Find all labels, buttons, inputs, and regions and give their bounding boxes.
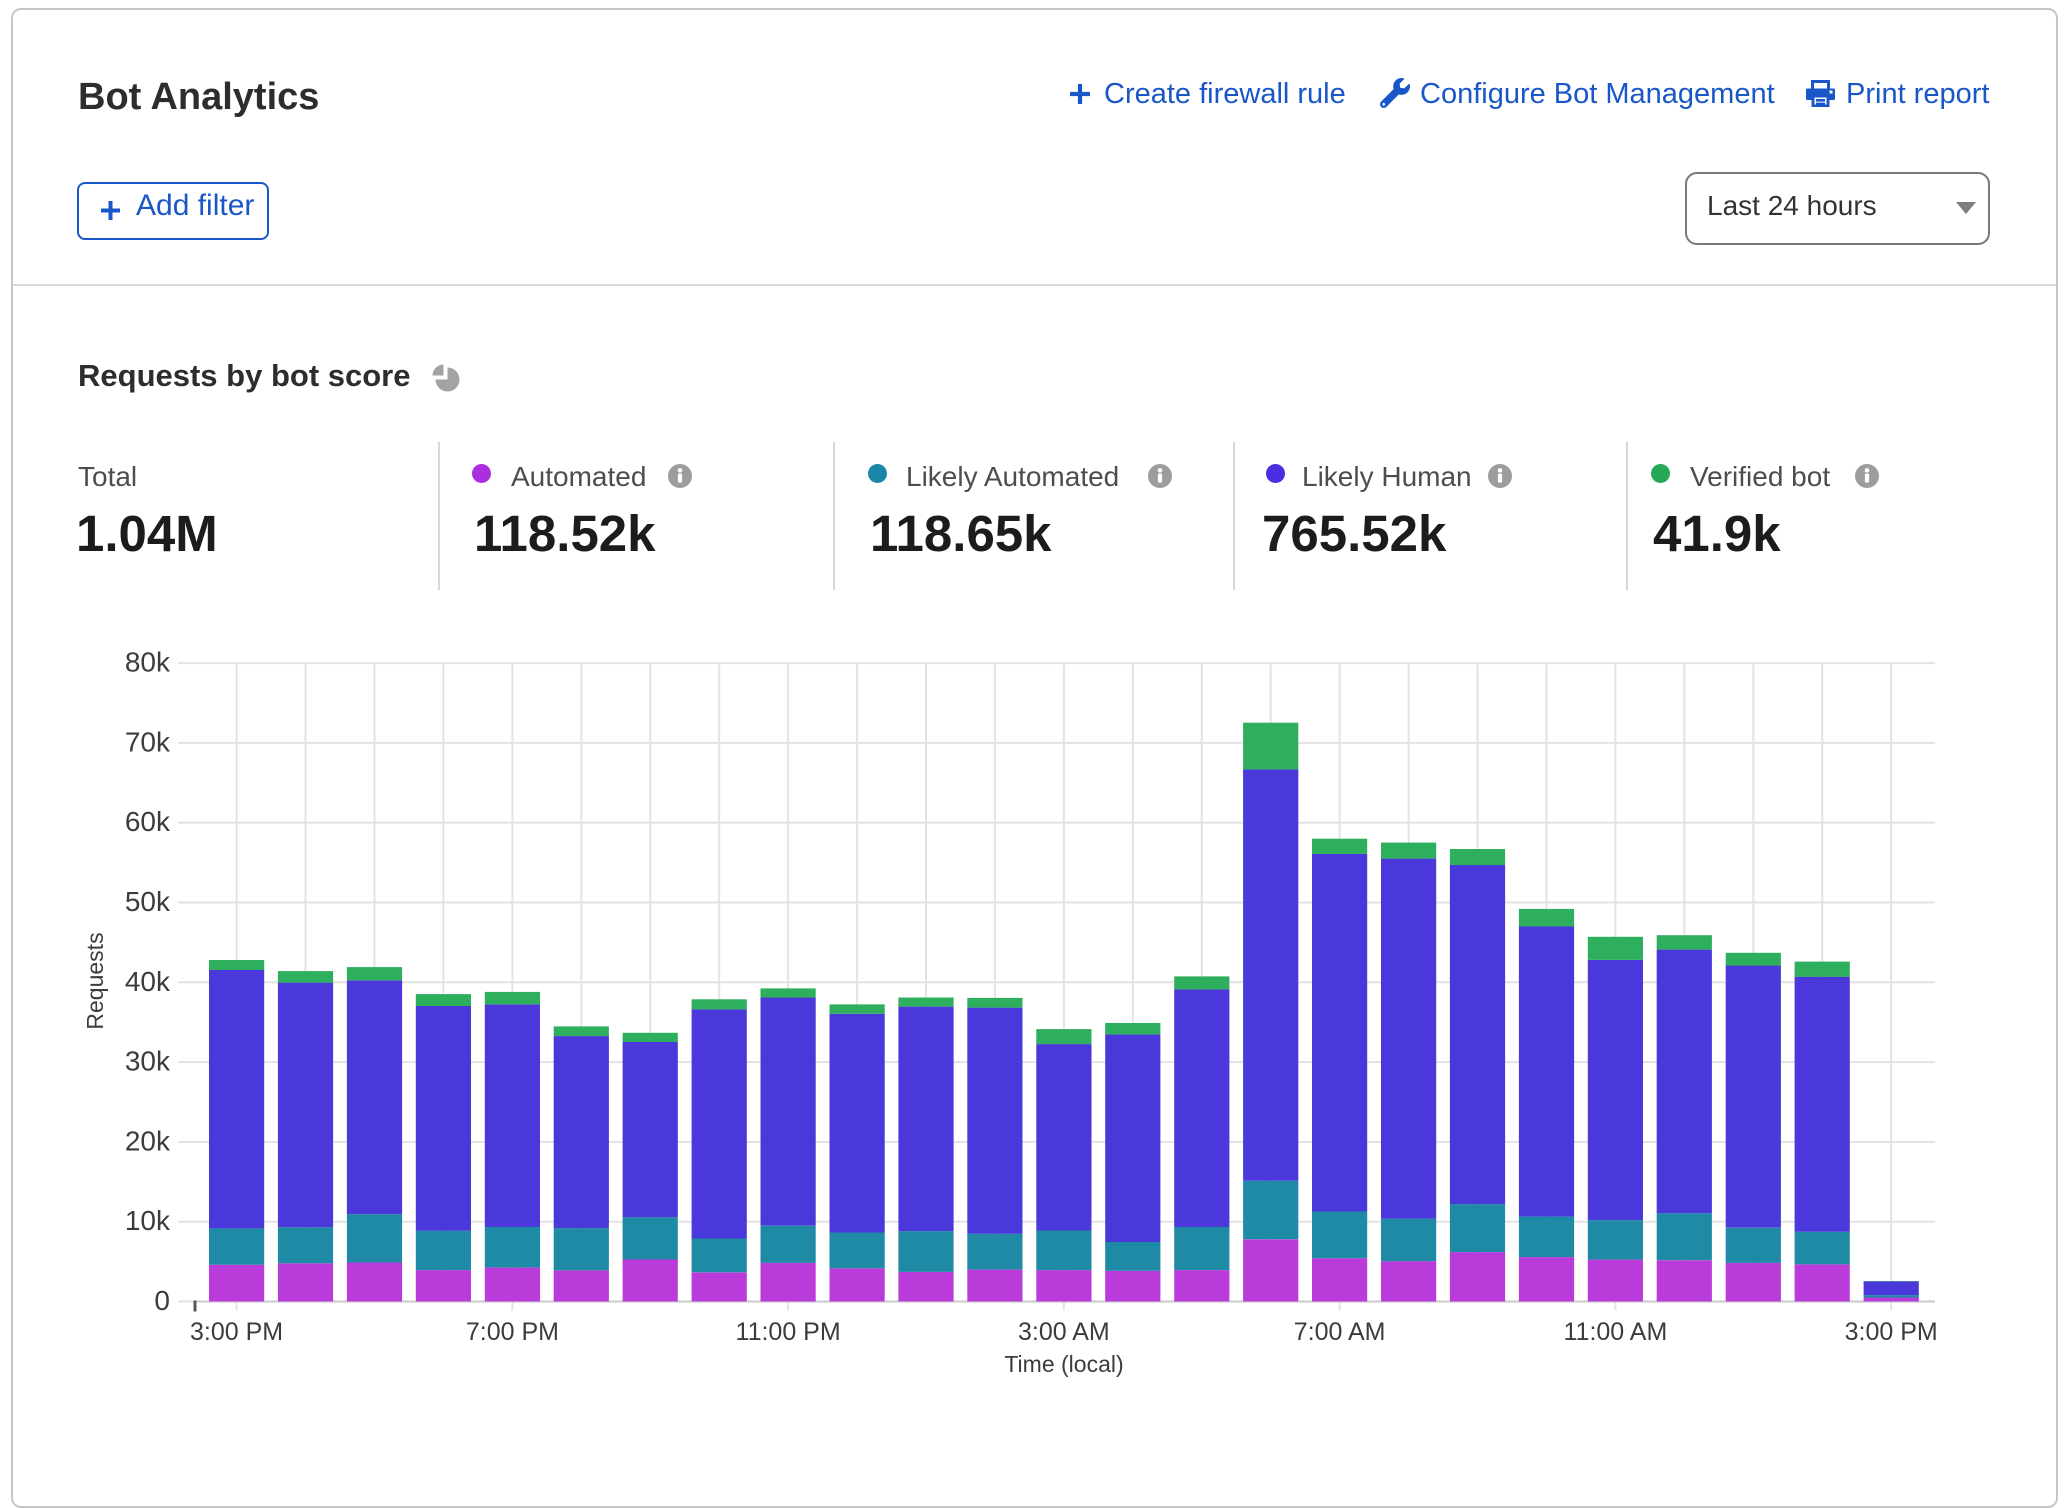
svg-text:80k: 80k <box>125 647 171 678</box>
svg-text:11:00 PM: 11:00 PM <box>736 1318 841 1346</box>
svg-text:60k: 60k <box>125 806 171 837</box>
svg-text:Requests: Requests <box>82 932 108 1029</box>
svg-text:7:00 AM: 7:00 AM <box>1294 1318 1386 1346</box>
svg-text:11:00 AM: 11:00 AM <box>1564 1318 1668 1346</box>
svg-text:3:00 PM: 3:00 PM <box>1845 1318 1938 1346</box>
svg-text:40k: 40k <box>125 966 171 997</box>
svg-text:0: 0 <box>154 1285 170 1316</box>
svg-text:Time (local): Time (local) <box>1004 1351 1123 1377</box>
svg-text:7:00 PM: 7:00 PM <box>466 1318 559 1346</box>
svg-text:30k: 30k <box>125 1046 171 1077</box>
svg-text:3:00 AM: 3:00 AM <box>1018 1318 1110 1346</box>
svg-text:10k: 10k <box>125 1205 171 1236</box>
svg-text:50k: 50k <box>125 886 171 917</box>
svg-text:3:00 PM: 3:00 PM <box>190 1318 283 1346</box>
svg-text:70k: 70k <box>125 726 171 757</box>
svg-text:20k: 20k <box>125 1125 171 1156</box>
